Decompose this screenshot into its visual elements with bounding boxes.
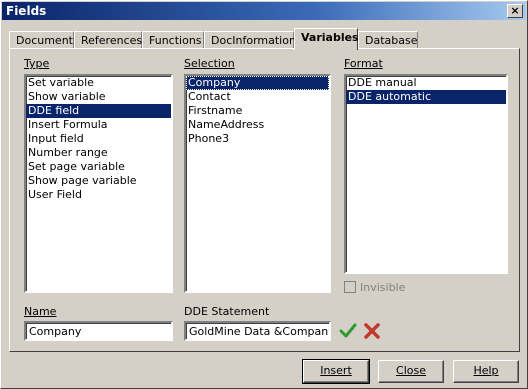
help-button-label: Help	[473, 364, 499, 377]
insert-button-label: Insert	[320, 364, 352, 377]
selection-listbox[interactable]: Company Contact Firstname NameAddress Ph…	[184, 74, 331, 293]
close-icon: ×	[510, 4, 520, 17]
dde-statement-label: DDE Statement	[184, 305, 270, 318]
format-label-text: Format	[344, 57, 383, 70]
close-button[interactable]: Close	[378, 360, 444, 383]
apply-button[interactable]	[339, 322, 357, 340]
type-label: Type	[24, 57, 49, 70]
list-item[interactable]: Show page variable	[26, 174, 171, 188]
format-listbox[interactable]: DDE manual DDE automatic	[344, 74, 508, 274]
tab-database-label: Database	[365, 34, 418, 47]
tab-references[interactable]: References	[74, 31, 142, 49]
insert-button[interactable]: Insert	[302, 359, 370, 384]
type-label-text: Type	[24, 57, 50, 70]
selection-label: Selection	[184, 57, 235, 70]
fields-dialog: Fields × Document References Functions D…	[0, 0, 528, 389]
tab-functions-label: Functions	[149, 34, 202, 47]
list-item[interactable]: DDE field	[26, 104, 171, 118]
check-icon	[339, 323, 357, 338]
invisible-label: Invisible	[360, 281, 406, 294]
tab-docinformation-label: DocInformation	[211, 34, 296, 47]
close-window-button[interactable]: ×	[507, 4, 523, 18]
tab-functions[interactable]: Functions	[142, 31, 204, 49]
list-item[interactable]: Input field	[26, 132, 171, 146]
list-item[interactable]: Phone3	[186, 132, 329, 146]
tab-document[interactable]: Document	[9, 31, 74, 49]
tab-database[interactable]: Database	[358, 31, 418, 49]
title-bar: Fields ×	[2, 2, 526, 20]
tab-document-label: Document	[16, 34, 73, 47]
tab-variables[interactable]: Variables	[294, 28, 359, 50]
list-item[interactable]: Contact	[186, 90, 329, 104]
name-input[interactable]: Company	[24, 321, 173, 341]
cancel-button[interactable]	[363, 322, 381, 340]
name-label: Name	[24, 305, 56, 318]
list-item[interactable]: DDE manual	[346, 76, 506, 90]
format-label: Format	[344, 57, 383, 70]
tab-variables-label: Variables	[301, 31, 359, 44]
list-item[interactable]: DDE automatic	[346, 90, 506, 104]
list-item[interactable]: Show variable	[26, 90, 171, 104]
invisible-checkbox[interactable]	[344, 281, 356, 293]
list-item[interactable]: Number range	[26, 146, 171, 160]
dialog-title: Fields	[6, 4, 47, 18]
tab-docinformation[interactable]: DocInformation	[204, 31, 296, 49]
list-item[interactable]: Set page variable	[26, 160, 171, 174]
list-item[interactable]: Set variable	[26, 76, 171, 90]
list-item[interactable]: Company	[186, 76, 329, 90]
list-item[interactable]: NameAddress	[186, 118, 329, 132]
type-listbox[interactable]: Set variable Show variable DDE field Ins…	[24, 74, 173, 293]
tab-references-label: References	[81, 34, 143, 47]
x-icon	[364, 323, 380, 339]
list-item[interactable]: Firstname	[186, 104, 329, 118]
list-item[interactable]: User Field	[26, 188, 171, 202]
list-item[interactable]: Insert Formula	[26, 118, 171, 132]
help-button[interactable]: Help	[453, 360, 519, 383]
dde-statement-input[interactable]: GoldMine Data &Company	[184, 321, 331, 341]
selection-label-text: Selection	[184, 57, 235, 70]
name-label-text: Name	[24, 305, 57, 318]
close-button-label: Close	[396, 364, 426, 377]
